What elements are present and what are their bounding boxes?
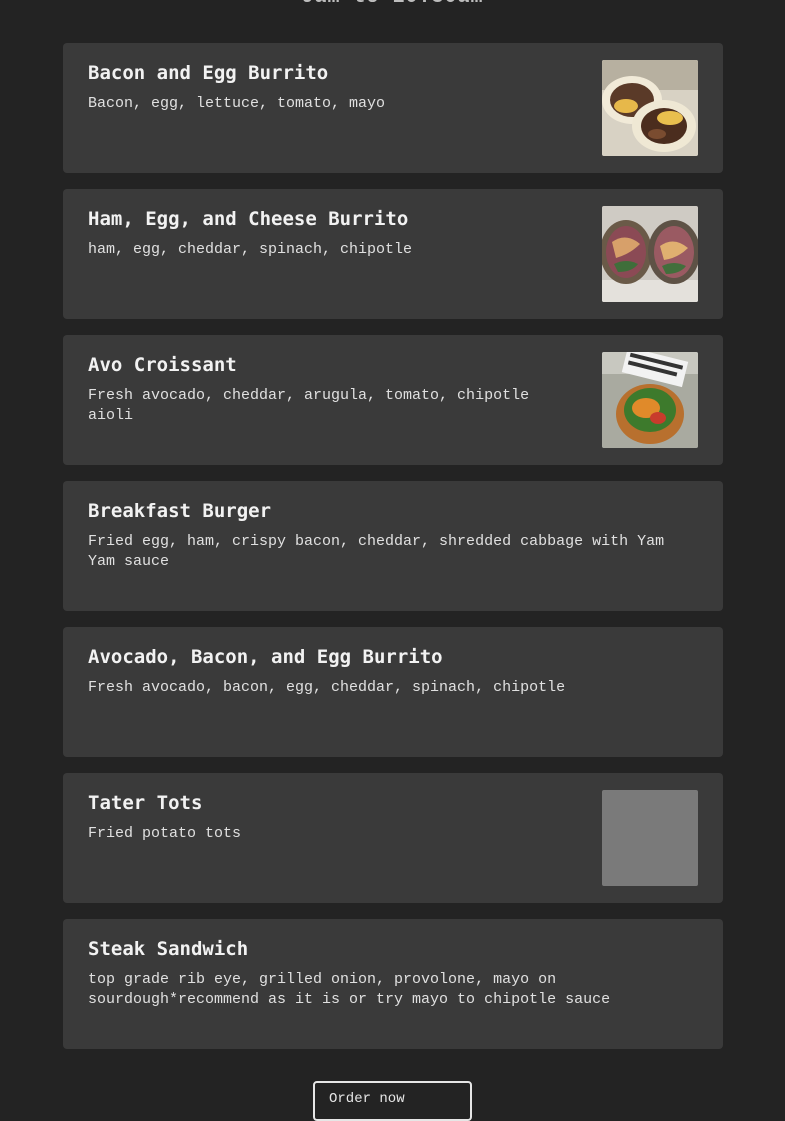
menu-item-description: Fried egg, ham, crispy bacon, cheddar, s… [88, 533, 665, 570]
menu-item-text: Bacon and Egg Burrito Bacon, egg, lettuc… [88, 61, 583, 114]
menu-item-title: Bacon and Egg Burrito [88, 62, 329, 84]
menu-item-text: Steak Sandwich top grade rib eye, grille… [88, 937, 688, 1010]
order-now-button[interactable]: Order now [313, 1081, 472, 1121]
menu-item-title: Breakfast Burger [88, 500, 272, 522]
burrito-cross-section-graphic [602, 206, 698, 302]
menu-item-description: top grade rib eye, grilled onion, provol… [88, 971, 611, 1008]
menu-item-description: ham, egg, cheddar, spinach, chipotle [88, 241, 413, 258]
menu-item-title: Ham, Egg, and Cheese Burrito [88, 208, 409, 230]
menu-item-description: Fresh avocado, cheddar, arugula, tomato,… [88, 387, 530, 424]
menu-item-card[interactable]: Tater Tots Fried potato tots [63, 773, 723, 903]
menu-item-text: Tater Tots Fried potato tots [88, 791, 583, 844]
menu-item-text: Breakfast Burger Fried egg, ham, crispy … [88, 499, 688, 572]
menu-item-title: Avo Croissant [88, 354, 237, 376]
menu-item-card[interactable]: Bacon and Egg Burrito Bacon, egg, lettuc… [63, 43, 723, 173]
menu-item-title: Steak Sandwich [88, 938, 249, 960]
burrito-photo-graphic [602, 60, 698, 156]
menu-section-hours: 9am to 10:30am [0, 0, 785, 9]
menu-item-title: Avocado, Bacon, and Egg Burrito [88, 646, 443, 668]
menu-list: Bacon and Egg Burrito Bacon, egg, lettuc… [63, 43, 723, 1065]
menu-item-card[interactable]: Avo Croissant Fresh avocado, cheddar, ar… [63, 335, 723, 465]
menu-item-card[interactable]: Breakfast Burger Fried egg, ham, crispy … [63, 481, 723, 611]
menu-item-description: Fried potato tots [88, 825, 242, 842]
burrito-photo[interactable] [602, 60, 698, 156]
menu-item-description: Fresh avocado, bacon, egg, cheddar, spin… [88, 679, 566, 696]
menu-item-text: Ham, Egg, and Cheese Burrito ham, egg, c… [88, 207, 583, 260]
burrito-cross-section-photo[interactable] [602, 206, 698, 302]
menu-item-text: Avo Croissant Fresh avocado, cheddar, ar… [88, 353, 583, 426]
croissant-photo[interactable] [602, 352, 698, 448]
placeholder-image[interactable] [602, 790, 698, 886]
menu-item-text: Avocado, Bacon, and Egg Burrito Fresh av… [88, 645, 688, 698]
menu-item-title: Tater Tots [88, 792, 203, 814]
menu-item-card[interactable]: Avocado, Bacon, and Egg Burrito Fresh av… [63, 627, 723, 757]
menu-item-card[interactable]: Ham, Egg, and Cheese Burrito ham, egg, c… [63, 189, 723, 319]
menu-item-card[interactable]: Steak Sandwich top grade rib eye, grille… [63, 919, 723, 1049]
croissant-graphic [602, 352, 698, 448]
menu-item-description: Bacon, egg, lettuce, tomato, mayo [88, 95, 386, 112]
